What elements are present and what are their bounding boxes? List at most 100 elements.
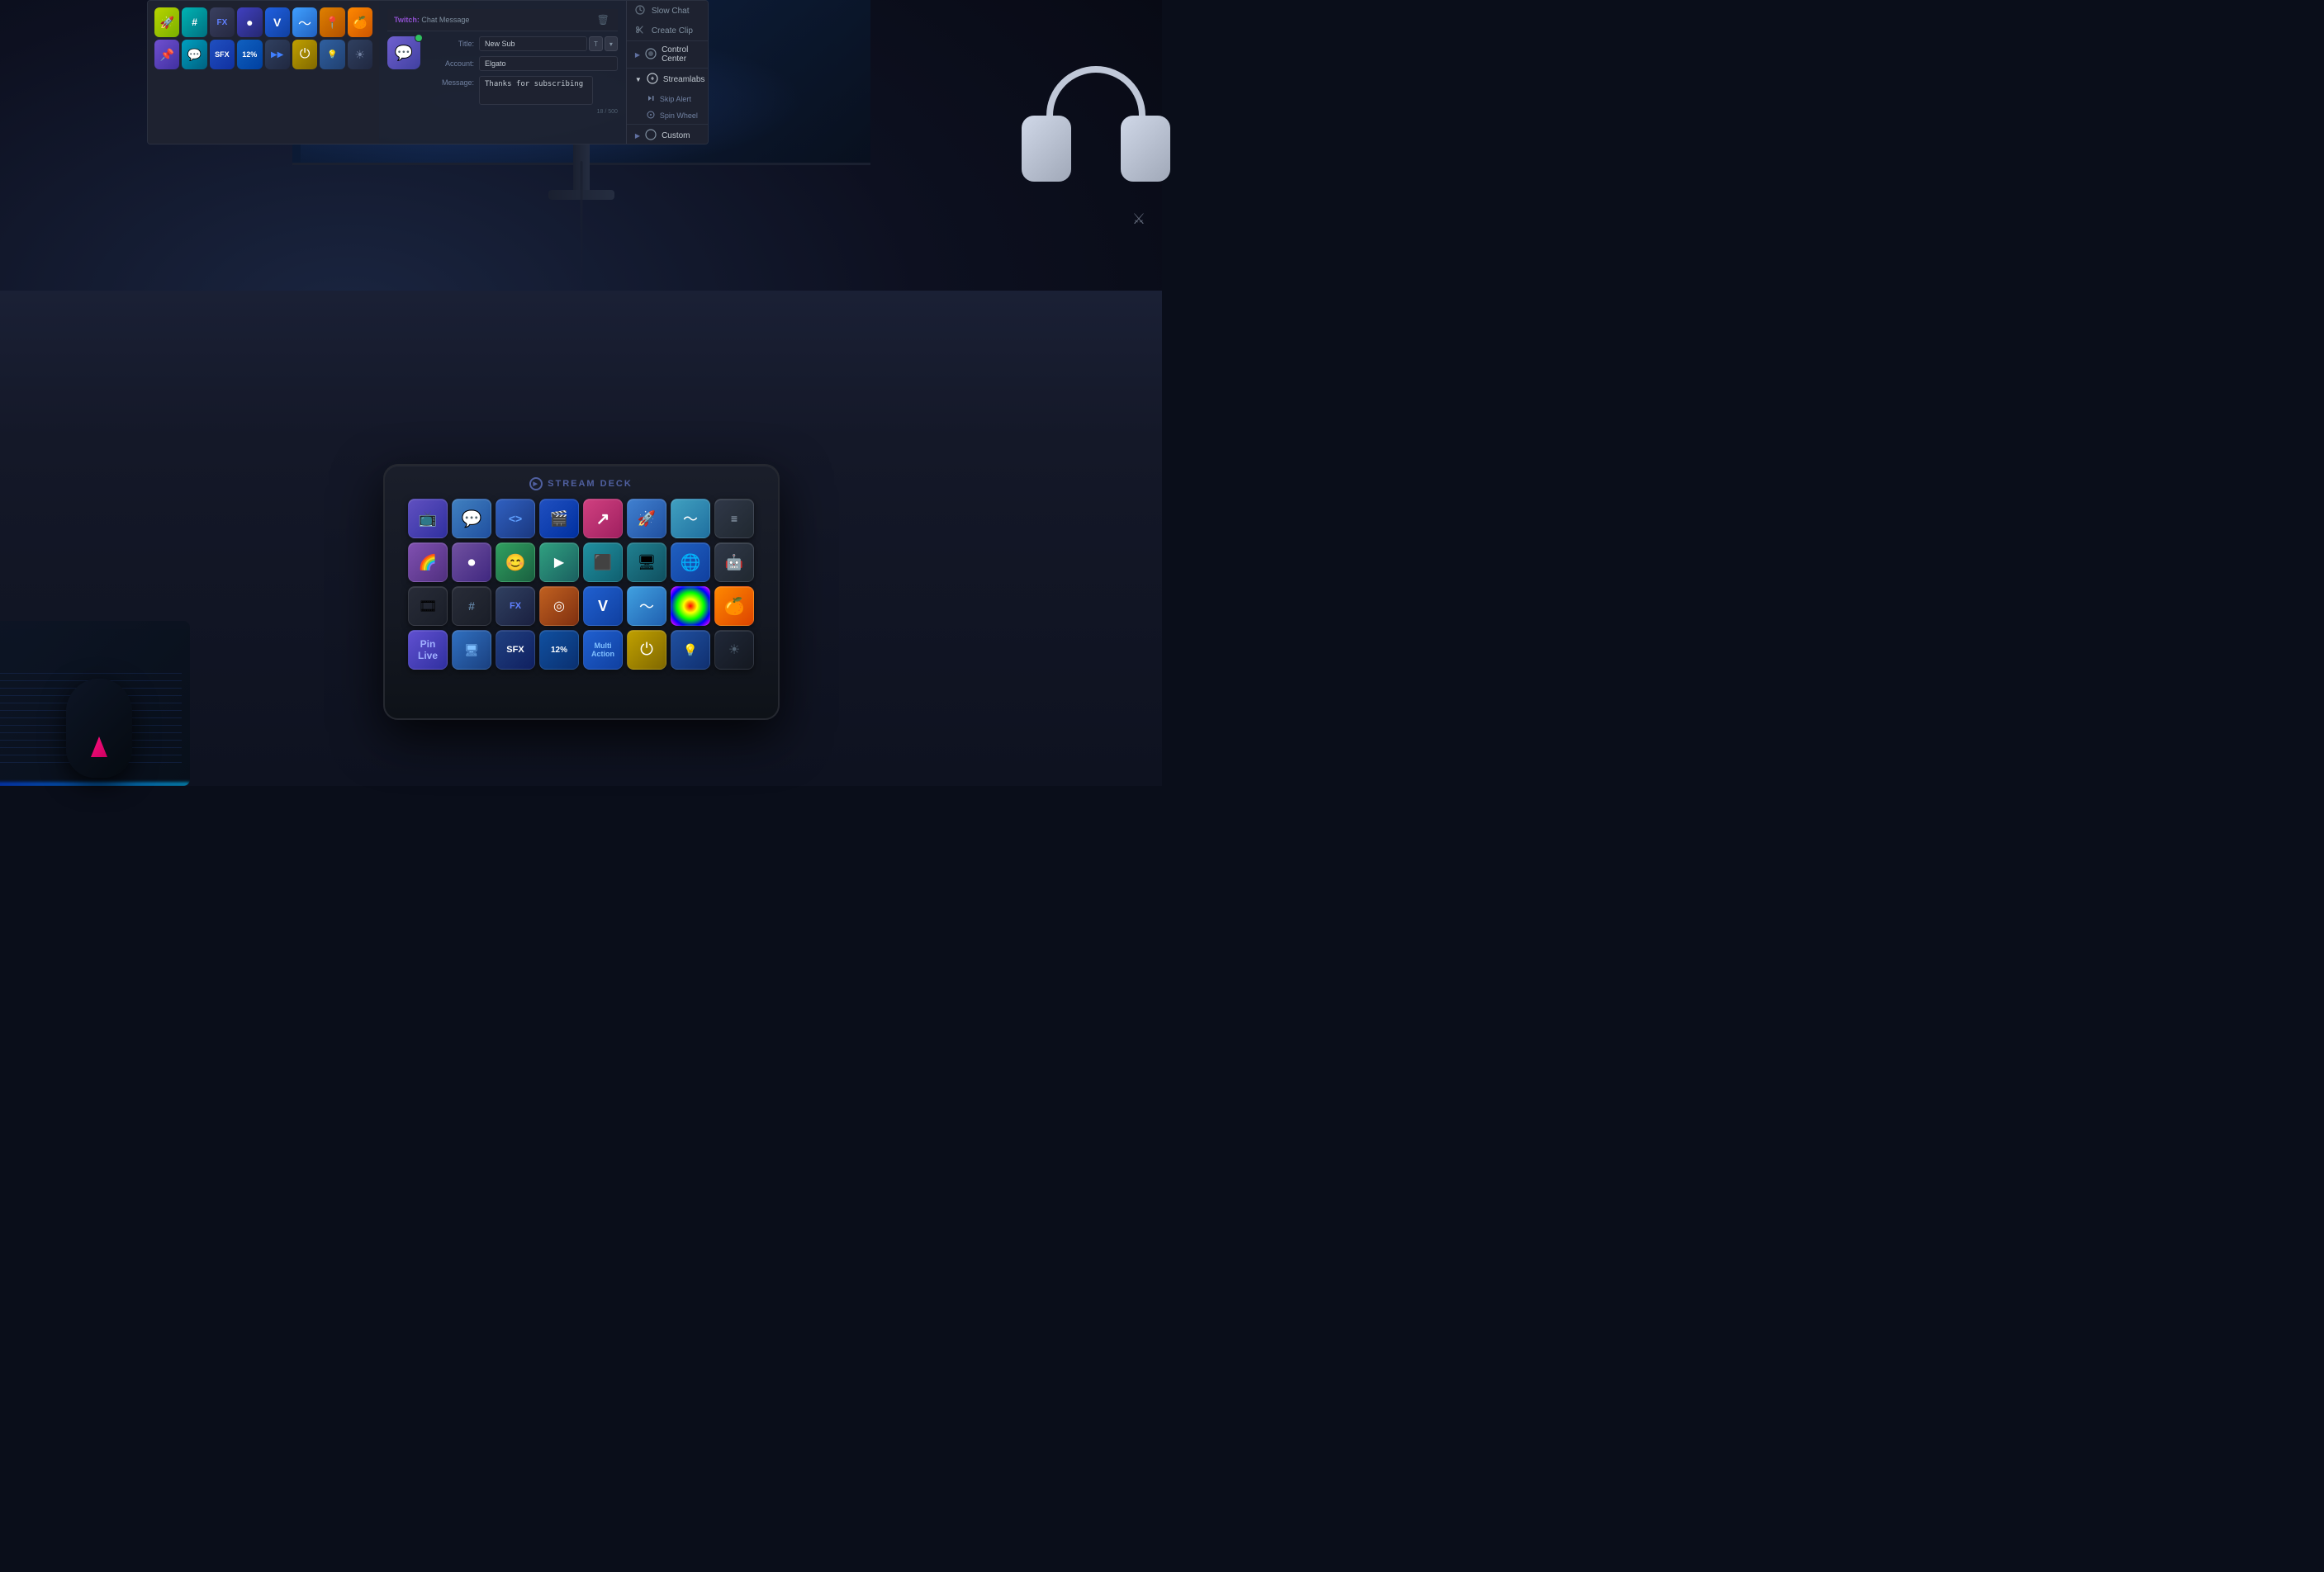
menu-section-streamlabs: ▼ Streamlabs Skip Alert <box>627 68 708 124</box>
brand-text: STREAM DECK <box>548 479 633 489</box>
twitch-header: Twitch: Chat Message 🗑 <box>387 9 618 31</box>
menu-subitem-spin-wheel[interactable]: Spin Wheel <box>627 107 708 124</box>
sd-btn-1-1[interactable]: 📺 <box>408 499 448 538</box>
title-input[interactable] <box>479 36 587 51</box>
sd-btn-2-6[interactable]: 🖥 <box>627 542 666 582</box>
icon-btn-power[interactable]: ⏻ <box>292 40 317 69</box>
sd-btn-3-6[interactable]: 〜 <box>627 586 666 626</box>
sd-btn-4-1[interactable]: PinLive <box>408 630 448 670</box>
icon-btn-vm[interactable]: V <box>265 7 290 37</box>
sd-btn-4-8[interactable]: ☀ <box>714 630 754 670</box>
message-label: Message: <box>434 76 479 87</box>
streamlabs-header[interactable]: ▼ Streamlabs <box>627 69 708 91</box>
icon-row-2: 📌 💬 SFX 12% ▶▶ ⏻ 💡 ☀ <box>154 40 372 69</box>
icon-btn-yaboost[interactable]: 🚀 <box>154 7 179 37</box>
wheel-icon <box>647 111 655 121</box>
menu-subitem-skip-alert[interactable]: Skip Alert <box>627 91 708 107</box>
action-type-label: Chat Message <box>421 16 469 24</box>
twitch-label: Twitch: <box>394 16 420 24</box>
streamlabs-icon <box>647 73 658 87</box>
icon-btn-brightness[interactable]: ☀ <box>348 40 372 69</box>
menu-section-custom: ▶ Custom <box>627 124 708 144</box>
account-label: Account: <box>434 59 479 68</box>
sd-btn-3-5[interactable]: V <box>583 586 623 626</box>
account-select[interactable]: Elgato <box>479 56 618 71</box>
icon-btn-obs[interactable]: ● <box>237 7 262 37</box>
sd-btn-2-5[interactable]: ⬛ <box>583 542 623 582</box>
sd-btn-3-8[interactable]: 🍊 <box>714 586 754 626</box>
menu-item-create-clip[interactable]: Create Clip <box>627 21 708 40</box>
char-count: 18 / 500 <box>479 109 618 115</box>
elgato-logo: ▶ <box>529 477 543 490</box>
sd-btn-2-8[interactable]: 🤖 <box>714 542 754 582</box>
sd-btn-3-2[interactable]: # <box>452 586 491 626</box>
sd-btn-2-7[interactable]: 🌐 <box>671 542 710 582</box>
sd-btn-1-8[interactable]: ≡ <box>714 499 754 538</box>
sd-btn-4-7[interactable]: 💡 <box>671 630 710 670</box>
keyboard-accent-light <box>0 783 190 786</box>
sd-btn-4-4[interactable]: 12% <box>539 630 579 670</box>
icon-btn-maps[interactable]: 📍 <box>320 7 344 37</box>
icon-btn-light[interactable]: 💡 <box>320 40 344 69</box>
icon-btn-pin[interactable]: 📌 <box>154 40 179 69</box>
sd-btn-4-6[interactable]: ⏻ <box>627 630 666 670</box>
title-label: Title: <box>434 40 479 48</box>
gaming-mouse <box>66 679 132 778</box>
headphones: ⚔ <box>1013 66 1179 297</box>
sd-btn-2-1[interactable]: 🌈 <box>408 542 448 582</box>
cc-icon <box>645 48 657 62</box>
skip-alert-label: Skip Alert <box>660 95 691 103</box>
sd-btn-3-7[interactable] <box>671 586 710 626</box>
sd-btn-3-1[interactable]: 🎞 <box>408 586 448 626</box>
slow-chat-label: Slow Chat <box>652 7 690 16</box>
sd-btn-3-3[interactable]: FX <box>496 586 535 626</box>
icon-row-1: 🚀 # FX ● V 〜 📍 🍊 <box>154 7 372 37</box>
mouse-logo <box>91 736 107 757</box>
streamlabs-label: Streamlabs <box>663 75 705 84</box>
menu-panel: Slow Chat Create Clip ▶ <box>627 1 708 144</box>
menu-item-slow-chat[interactable]: Slow Chat <box>627 1 708 21</box>
custom-header[interactable]: ▶ Custom <box>627 125 708 144</box>
icon-btn-multi[interactable]: ▶▶ <box>265 40 290 69</box>
stream-deck-brand: ▶ STREAM DECK <box>529 477 633 490</box>
expand-arrow-custom: ▶ <box>635 132 640 140</box>
title-dropdown-btn[interactable]: ▾ <box>605 36 618 51</box>
sd-btn-1-4[interactable]: 🎬 <box>539 499 579 538</box>
sd-btn-1-5[interactable]: ↗ <box>583 499 623 538</box>
icon-btn-fruit[interactable]: 🍊 <box>348 7 372 37</box>
sd-btn-2-2[interactable]: ⏺ <box>452 542 491 582</box>
expand-arrow-streamlabs: ▼ <box>635 76 642 83</box>
spin-wheel-label: Spin Wheel <box>660 111 698 120</box>
icon-btn-grid[interactable]: # <box>182 7 206 37</box>
action-icon <box>387 36 420 69</box>
stream-deck-body: ▶ STREAM DECK 📺 💬 <> 🎬 ↗ 🚀 〜 ≡ 🌈 ⏺ 😊 ▶ ⬛… <box>383 464 780 720</box>
message-textarea[interactable]: Thanks for subscribing <box>479 76 593 105</box>
sd-btn-1-3[interactable]: <> <box>496 499 535 538</box>
sd-btn-2-3[interactable]: 😊 <box>496 542 535 582</box>
control-center-header[interactable]: ▶ Control Center <box>627 41 708 68</box>
sd-btn-1-7[interactable]: 〜 <box>671 499 710 538</box>
sd-btn-4-5[interactable]: MultiAction <box>583 630 623 670</box>
menu-section-control-center: ▶ Control Center <box>627 40 708 68</box>
sd-btn-3-4[interactable]: ◎ <box>539 586 579 626</box>
icon-btn-num[interactable]: 12% <box>237 40 262 69</box>
icon-btn-wave[interactable]: 〜 <box>292 7 317 37</box>
clock-icon <box>635 5 647 17</box>
icon-btn-sfx[interactable]: SFX <box>210 40 235 69</box>
title-template-btn[interactable]: T <box>589 36 603 51</box>
stream-deck-hardware: ▶ STREAM DECK 📺 💬 <> 🎬 ↗ 🚀 〜 ≡ 🌈 ⏺ 😊 ▶ ⬛… <box>383 464 780 720</box>
sd-btn-4-2[interactable]: 🖥 <box>452 630 491 670</box>
sd-btn-1-6[interactable]: 🚀 <box>627 499 666 538</box>
delete-button[interactable]: 🗑 <box>595 12 611 27</box>
sd-btn-4-3[interactable]: SFX <box>496 630 535 670</box>
icon-btn-fx[interactable]: FX <box>210 7 235 37</box>
skip-icon <box>647 94 655 104</box>
headphone-right-cup: ⚔ <box>1121 116 1170 182</box>
scissors-icon <box>635 25 647 36</box>
icon-btn-chat[interactable]: 💬 <box>182 40 206 69</box>
action-detail: Twitch: Chat Message 🗑 Title: T ▾ <box>379 1 627 144</box>
sd-btn-2-4[interactable]: ▶ <box>539 542 579 582</box>
expand-arrow-control-center: ▶ <box>635 51 640 59</box>
custom-label: Custom <box>662 131 690 140</box>
sd-btn-1-2[interactable]: 💬 <box>452 499 491 538</box>
